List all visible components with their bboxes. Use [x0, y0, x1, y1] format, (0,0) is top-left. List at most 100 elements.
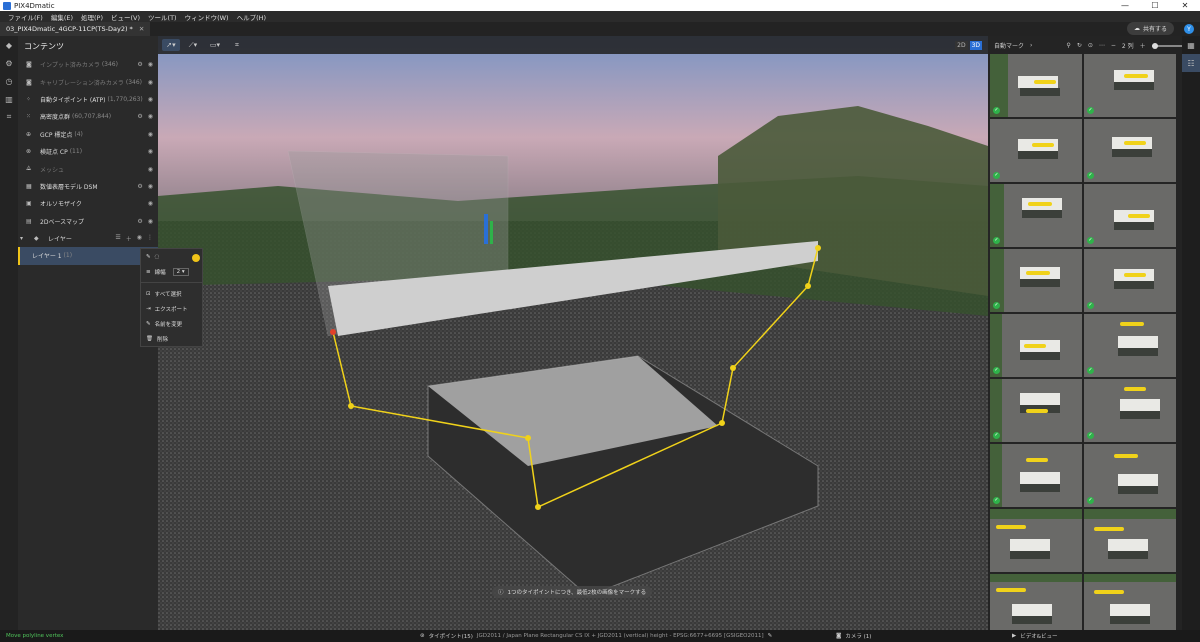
- 3d-viewport[interactable]: [158, 36, 988, 630]
- image-thumbnail[interactable]: [1084, 509, 1176, 572]
- polyline-vertex[interactable]: [730, 365, 736, 371]
- image-thumbnail[interactable]: ✓: [990, 314, 1082, 377]
- select-tool-button[interactable]: ➚▾: [162, 39, 180, 51]
- eye-icon[interactable]: ◉: [137, 234, 142, 243]
- list-item-gcp[interactable]: ⊕ GCP 標定点 (4) ◉: [18, 126, 158, 143]
- list-item-mesh[interactable]: ⟁ メッシュ ◉: [18, 160, 158, 177]
- image-grid-icon[interactable]: ▦: [1182, 36, 1200, 54]
- image-thumbnail[interactable]: ✓: [1084, 54, 1176, 117]
- close-window-button[interactable]: ✕: [1170, 0, 1200, 11]
- image-thumbnail[interactable]: [1084, 574, 1176, 637]
- image-thumbnail[interactable]: [990, 509, 1082, 572]
- color-swatch[interactable]: [192, 254, 200, 262]
- chevron-right-icon[interactable]: ›: [1030, 42, 1032, 49]
- network-icon[interactable]: ⌗: [0, 108, 18, 126]
- maximize-button[interactable]: ☐: [1140, 0, 1170, 11]
- polyline-tool-button[interactable]: ⟋▾: [184, 39, 202, 51]
- gear-icon[interactable]: ⚙: [137, 113, 142, 120]
- polyline-vertex[interactable]: [815, 245, 821, 251]
- shape-tool-button[interactable]: ▭▾: [206, 39, 224, 51]
- eye-icon[interactable]: ◉: [148, 79, 153, 86]
- chevron-down-icon[interactable]: ▾: [20, 235, 30, 242]
- minimize-button[interactable]: —: [1110, 0, 1140, 11]
- tab-close-icon[interactable]: ✕: [139, 25, 144, 33]
- tab-project[interactable]: 03_PIX4Dmatic_4GCP-11CP(TS-Day2) * ✕: [0, 22, 151, 36]
- polyline-vertex[interactable]: [535, 504, 541, 510]
- zoom-out-icon[interactable]: −: [1111, 42, 1116, 49]
- zoom-in-icon[interactable]: ＋: [1140, 41, 1146, 50]
- avatar[interactable]: Y: [1184, 24, 1194, 34]
- auto-mark-label[interactable]: 自動マーク: [994, 41, 1024, 50]
- view-2d-button[interactable]: 2D: [955, 40, 968, 50]
- list-icon[interactable]: ☰: [115, 234, 120, 243]
- menu-process[interactable]: 処理(P): [81, 12, 103, 22]
- list-item-dsm[interactable]: ▦ 数値表層モデル DSM ⚙ ◉: [18, 178, 158, 195]
- view-3d-button[interactable]: 3D: [969, 40, 982, 50]
- eye-icon[interactable]: ◉: [148, 218, 153, 225]
- image-thumbnail[interactable]: [990, 574, 1082, 637]
- eye-icon[interactable]: ◉: [148, 148, 153, 155]
- eye-icon[interactable]: ◉: [148, 96, 153, 103]
- eye-icon[interactable]: ◉: [148, 200, 153, 207]
- polyline-vertex[interactable]: [719, 420, 725, 426]
- list-settings-icon[interactable]: ☷: [1182, 54, 1200, 72]
- image-thumbnail[interactable]: ✓: [1084, 444, 1176, 507]
- video-section[interactable]: ▶ ビデオ&ビュー: [1012, 632, 1058, 640]
- viewport-scene[interactable]: [158, 36, 988, 630]
- focus-icon[interactable]: ⊙: [1088, 42, 1093, 49]
- eye-icon[interactable]: ◉: [148, 131, 153, 138]
- polyline-vertex[interactable]: [805, 283, 811, 289]
- eye-icon[interactable]: ◉: [148, 183, 153, 190]
- add-icon[interactable]: ＋: [126, 234, 132, 243]
- list-item-input-cameras[interactable]: ◙ インプット済みカメラ (346) ⚙ ◉: [18, 56, 158, 73]
- polyline-vertex[interactable]: [348, 403, 354, 409]
- image-thumbnail[interactable]: ✓: [990, 249, 1082, 312]
- image-thumbnail[interactable]: ✓: [990, 54, 1082, 117]
- list-item-orthomosaic[interactable]: ▣ オルソモザイク ◉: [18, 195, 158, 212]
- share-button[interactable]: ☁ 共有する: [1126, 22, 1174, 35]
- menu-window[interactable]: ウィンドウ(W): [185, 12, 229, 22]
- image-thumbnail[interactable]: ✓: [1084, 184, 1176, 247]
- image-thumbnail[interactable]: ✓: [1084, 314, 1176, 377]
- rotate-icon[interactable]: ↻: [1077, 42, 1082, 49]
- chart-icon[interactable]: ▥: [0, 90, 18, 108]
- eye-icon[interactable]: ◉: [148, 61, 153, 68]
- menu-file[interactable]: ファイル(F): [8, 12, 43, 22]
- list-item-basemap[interactable]: ▤ 2Dベースマップ ⚙ ◉: [18, 213, 158, 230]
- polyline-vertex[interactable]: [330, 329, 336, 335]
- pencil-icon[interactable]: ✎: [768, 633, 773, 639]
- eye-icon[interactable]: ◉: [148, 166, 153, 173]
- gear-icon[interactable]: ⚙: [137, 218, 142, 225]
- gear-icon[interactable]: ⚙: [0, 54, 18, 72]
- menu-help[interactable]: ヘルプ(H): [237, 12, 266, 22]
- menu-item-delete[interactable]: 🗑 削除: [141, 331, 202, 346]
- image-thumbnail[interactable]: ✓: [990, 379, 1082, 442]
- image-thumbnail[interactable]: ✓: [1084, 249, 1176, 312]
- image-thumbnail[interactable]: ✓: [990, 119, 1082, 182]
- menu-view[interactable]: ビュー(V): [111, 12, 140, 22]
- zoom-slider[interactable]: [1151, 42, 1182, 49]
- gear-icon[interactable]: ⚙: [137, 183, 142, 190]
- image-thumbnail[interactable]: ✓: [1084, 379, 1176, 442]
- tiepoints-section[interactable]: ⊛ タイポイント(15) JGD2011 / Japan Plane Recta…: [420, 632, 772, 640]
- list-item-atp[interactable]: ⁘ 自動タイポイント (ATP) (1,770,263) ◉: [18, 91, 158, 108]
- menu-tools[interactable]: ツール(T): [148, 12, 177, 22]
- history-icon[interactable]: ◷: [0, 72, 18, 90]
- menu-item-select-all[interactable]: ⊡ すべて選択: [141, 286, 202, 301]
- list-item-checkpoints[interactable]: ⊗ 検証点 CP (11) ◉: [18, 143, 158, 160]
- line-width-select[interactable]: 2 ▾: [172, 267, 189, 276]
- image-thumbnail[interactable]: ✓: [990, 184, 1082, 247]
- eye-icon[interactable]: ◉: [148, 113, 153, 120]
- gear-icon[interactable]: ⚙: [137, 61, 142, 68]
- more-icon[interactable]: ⋯: [1099, 42, 1105, 49]
- layers-icon[interactable]: ◆: [0, 36, 18, 54]
- list-item-layers[interactable]: ▾ ◆ レイヤー ☰ ＋ ◉ ⋮: [18, 230, 158, 247]
- menu-item-rename[interactable]: ✎ 名前を変更: [141, 316, 202, 331]
- crop-tool-button[interactable]: ⌗: [228, 39, 246, 51]
- pin-icon[interactable]: ⚲: [1066, 42, 1070, 49]
- camera-section[interactable]: ◙ カメラ (1): [836, 632, 871, 640]
- polyline-vertex[interactable]: [525, 435, 531, 441]
- more-icon[interactable]: ⋮: [147, 234, 153, 243]
- image-thumbnail[interactable]: ✓: [1084, 119, 1176, 182]
- image-thumbnail[interactable]: ✓: [990, 444, 1082, 507]
